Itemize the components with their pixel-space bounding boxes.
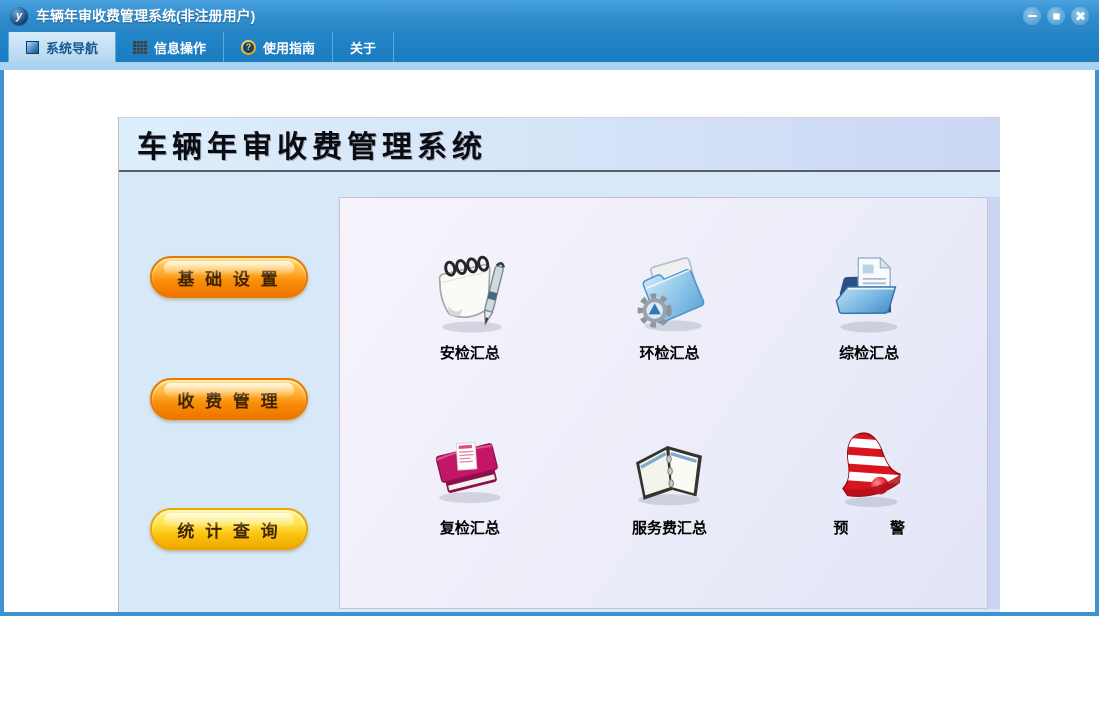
- panel-body: 基 础 设 置 收 费 管 理 统 计 查 询 安检汇总 环检汇总 综检汇总 复…: [119, 174, 1000, 612]
- tab-information-operation[interactable]: 信息操作: [116, 32, 225, 62]
- content-area: 车辆年审收费管理系统 基 础 设 置 收 费 管 理 统 计 查 询 安检汇总 …: [4, 70, 1095, 612]
- fee-management-button[interactable]: 收 费 管 理: [150, 378, 308, 420]
- tab-content-strip: [0, 62, 1099, 70]
- shortcut-label: 安检汇总: [439, 345, 500, 362]
- open-binder-icon: [636, 445, 703, 506]
- page-title: 车辆年审收费管理系统: [137, 131, 487, 164]
- close-button[interactable]: [1071, 7, 1089, 25]
- shortcut-label: 预 警: [833, 520, 905, 537]
- shortcut-label: 环检汇总: [639, 345, 700, 362]
- book-note-icon: [435, 441, 501, 504]
- folder-gear-icon: [638, 257, 705, 332]
- nav-column: 基 础 设 置 收 费 管 理 统 计 查 询: [119, 174, 339, 612]
- tab-bar: 系统导航 信息操作 ? 使用指南 关于: [0, 32, 1099, 62]
- shortcut-grid: 安检汇总 环检汇总 综检汇总 复检汇总 服务费汇总 预 警: [340, 198, 987, 538]
- tab-label: 系统导航: [46, 40, 99, 56]
- grid-icon: [133, 40, 148, 54]
- close-icon: [1075, 11, 1085, 21]
- shortcut-label: 服务费汇总: [631, 520, 707, 537]
- statistics-query-button[interactable]: 统 计 查 询: [150, 508, 308, 550]
- shortcut-label: 复检汇总: [439, 520, 500, 537]
- tab-label: 关于: [350, 40, 377, 56]
- tab-system-navigation[interactable]: 系统导航: [8, 32, 117, 62]
- tab-about[interactable]: 关于: [333, 32, 395, 62]
- tab-user-guide[interactable]: ? 使用指南: [224, 32, 334, 62]
- shortcut-service-fee-summary[interactable]: 服务费汇总: [570, 425, 770, 538]
- shortcut-safety-inspection-summary[interactable]: 安检汇总: [370, 250, 570, 363]
- panel-header: 车辆年审收费管理系统: [119, 118, 1000, 172]
- folder-document-icon: [835, 256, 898, 333]
- shortcut-label: 综检汇总: [839, 345, 900, 362]
- alert-bell-icon: [831, 432, 904, 507]
- basic-settings-button[interactable]: 基 础 设 置: [150, 256, 308, 298]
- tab-label: 信息操作: [154, 40, 207, 56]
- shortcut-environmental-inspection-summary[interactable]: 环检汇总: [570, 250, 770, 363]
- titlebar: y 车辆年审收费管理系统(非注册用户): [0, 0, 1099, 32]
- shortcut-comprehensive-inspection-summary[interactable]: 综检汇总: [769, 250, 969, 363]
- shortcut-panel: 安检汇总 环检汇总 综检汇总 复检汇总 服务费汇总 预 警: [339, 197, 988, 609]
- notepad-pen-icon: [438, 255, 505, 333]
- main-panel: 车辆年审收费管理系统 基 础 设 置 收 费 管 理 统 计 查 询 安检汇总 …: [118, 117, 1000, 612]
- help-icon: ?: [241, 39, 257, 55]
- shortcut-warning[interactable]: 预 警: [769, 425, 969, 538]
- window-title: 车辆年审收费管理系统(非注册用户): [36, 8, 256, 24]
- maximize-icon: [1050, 10, 1063, 23]
- minimize-button[interactable]: [1023, 7, 1041, 25]
- shortcut-reinspection-summary[interactable]: 复检汇总: [370, 425, 570, 538]
- minimize-icon: [1027, 14, 1037, 18]
- maximize-button[interactable]: [1047, 7, 1065, 25]
- app-window: y 车辆年审收费管理系统(非注册用户) 系统导航 信息操作 ? 使用指南 关于 …: [0, 0, 1099, 616]
- app-logo-icon: y: [10, 7, 28, 25]
- window-controls: [1023, 7, 1089, 25]
- tab-label: 使用指南: [263, 40, 316, 56]
- window-icon: [26, 40, 39, 54]
